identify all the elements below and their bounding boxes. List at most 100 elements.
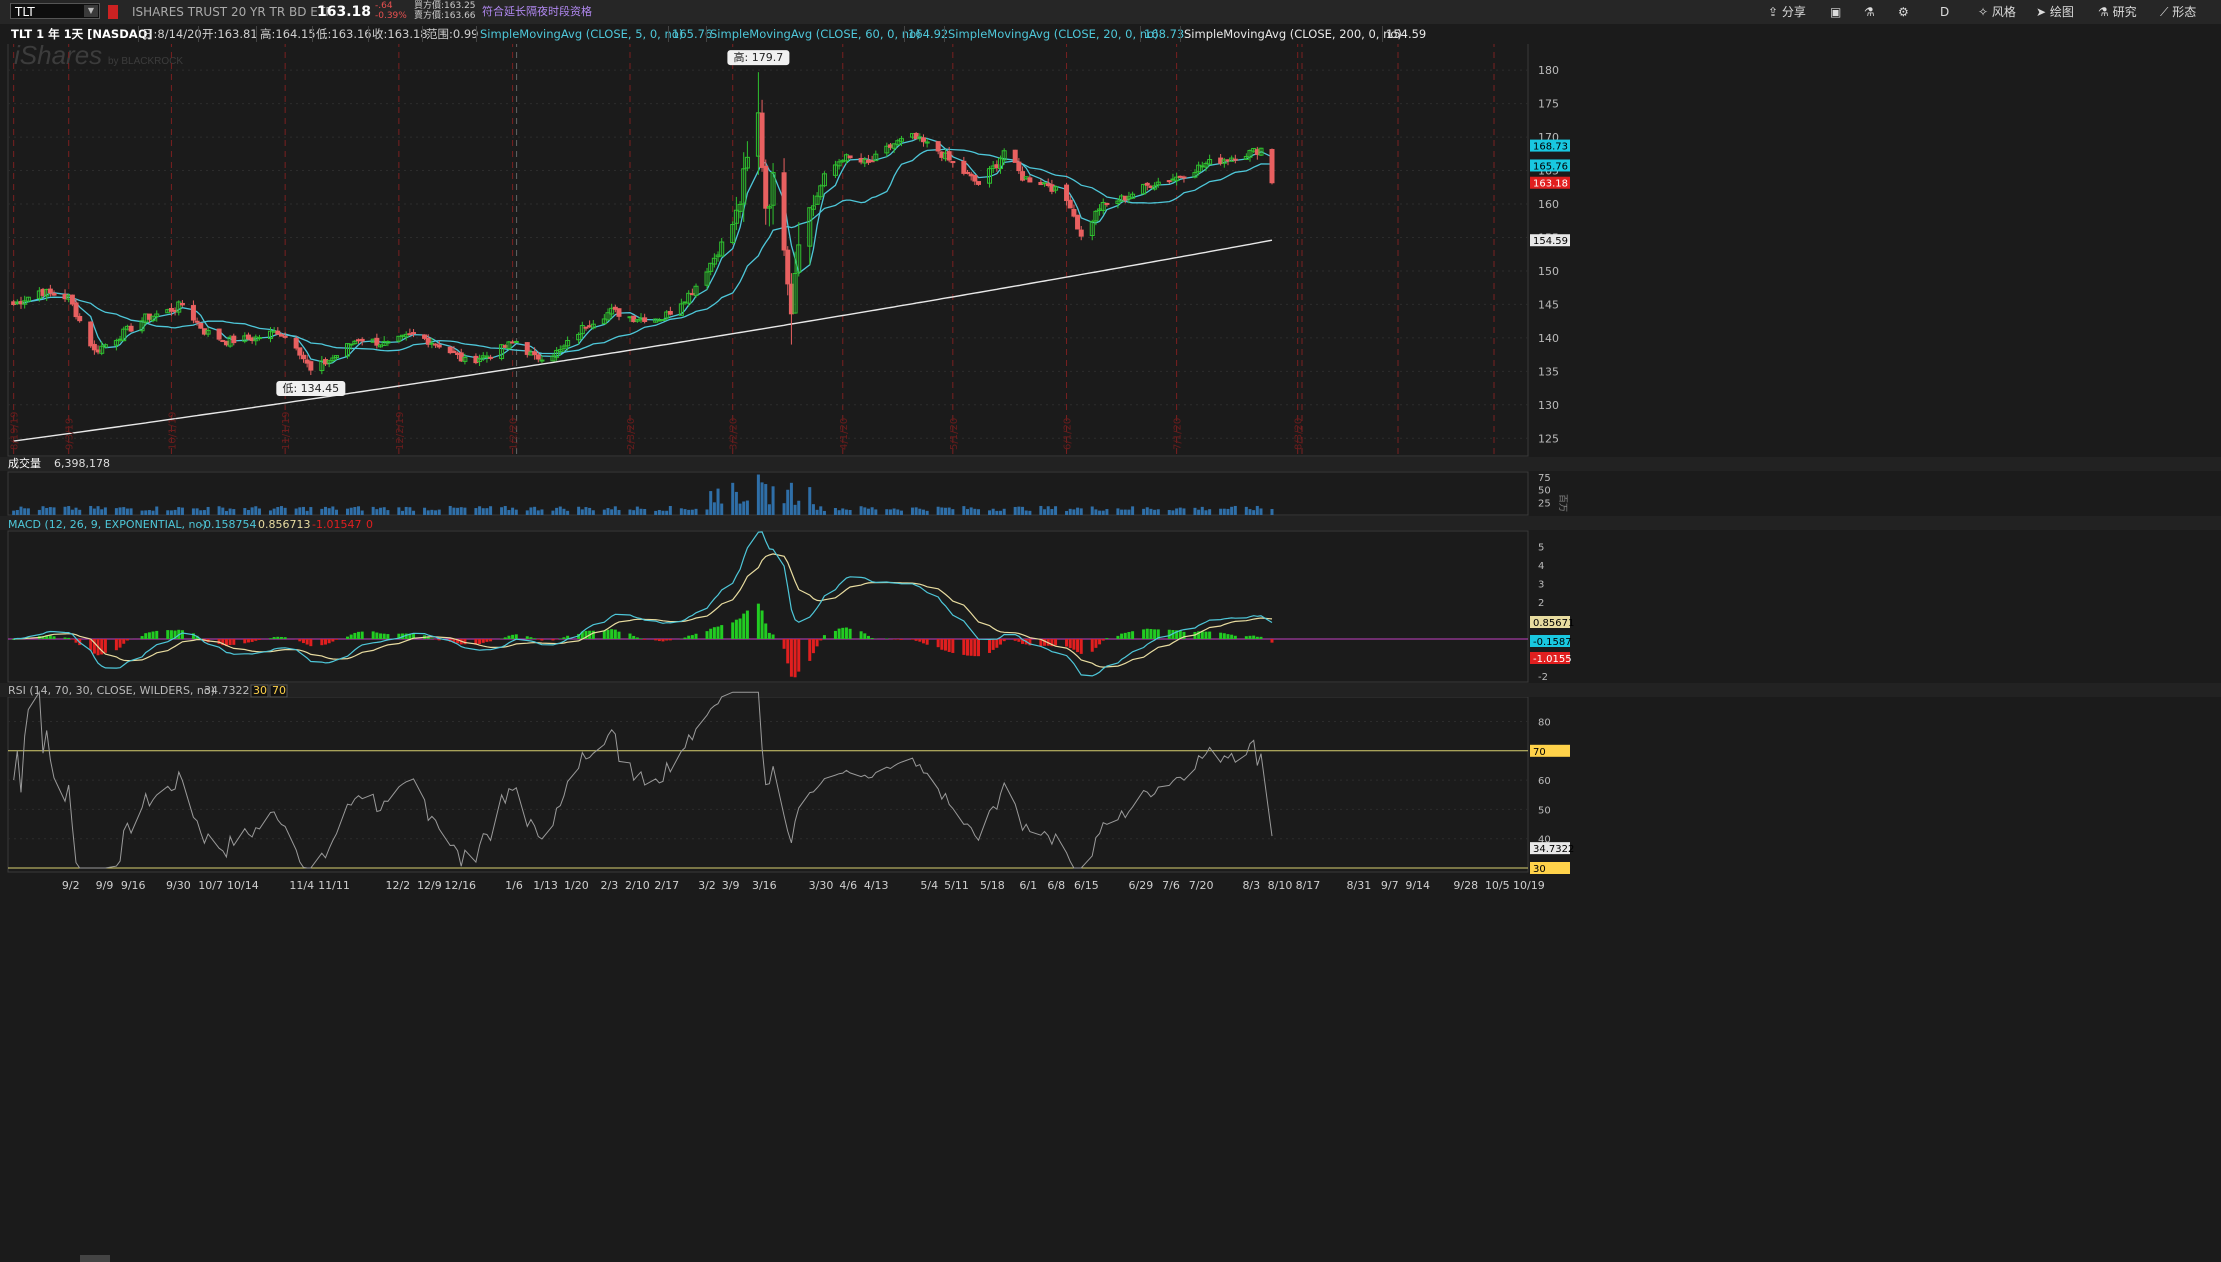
volume-bar xyxy=(1021,506,1025,515)
volume-bar xyxy=(602,509,606,515)
macd-histogram-bar xyxy=(481,639,485,643)
macd-histogram-bar xyxy=(180,630,184,639)
lab-button[interactable]: ⚗ xyxy=(1864,3,1875,21)
candle-body xyxy=(451,350,457,354)
volume-bar xyxy=(966,509,970,515)
volume-value: 6,398,178 xyxy=(54,457,110,470)
volume-bar xyxy=(23,508,27,515)
settings-button[interactable]: ⚙ xyxy=(1898,3,1909,21)
price-tick-label: 130 xyxy=(1538,399,1559,412)
volume-bar xyxy=(96,506,100,515)
drawings-button[interactable]: ➤ 绘图 xyxy=(2036,3,2074,21)
volume-bar xyxy=(1149,508,1153,515)
volume-bar xyxy=(357,506,361,515)
rsi-oversold: 30 xyxy=(253,684,267,697)
macd-histogram-bar xyxy=(298,639,302,642)
candle-body xyxy=(1012,149,1018,163)
macd-histogram-bar xyxy=(507,635,511,639)
x-tick-label: 6/1 xyxy=(1019,879,1037,892)
rsi-tag-label: 34.7322 xyxy=(1533,844,1574,855)
macd-tick-label: 2 xyxy=(1538,598,1544,609)
x-tick-label: 9/30 xyxy=(166,879,191,892)
volume-bar xyxy=(529,507,533,515)
macd-histogram-bar xyxy=(327,639,331,644)
macd-histogram-bar xyxy=(305,639,309,645)
sma5-label[interactable]: SimpleMovingAvg (CLOSE, 5, 0, no) xyxy=(476,26,686,42)
volume-bar xyxy=(478,506,482,515)
macd-histogram-bar xyxy=(1145,628,1149,639)
x-tick-label: 10/19 xyxy=(1513,879,1545,892)
month-date-label: 2/3/20 xyxy=(626,418,637,450)
macd-histogram-bar xyxy=(1153,629,1157,639)
x-tick-label: 7/6 xyxy=(1162,879,1180,892)
volume-bar xyxy=(918,508,922,515)
volume-bar xyxy=(815,509,819,515)
studies-button[interactable]: ⚗ 研究 xyxy=(2098,3,2137,21)
macd-line xyxy=(13,531,1273,677)
screenshot-button[interactable]: ▣ xyxy=(1830,3,1841,21)
period-button[interactable]: D xyxy=(1940,3,1949,21)
volume-bar xyxy=(298,507,302,515)
sma20-label[interactable]: SimpleMovingAvg (CLOSE, 20, 0, no) xyxy=(944,26,1162,42)
patterns-button[interactable]: ⟋ 形态 xyxy=(2160,3,2196,21)
volume-bar xyxy=(1244,506,1248,515)
macd-histogram-bar xyxy=(257,639,261,640)
macd-histogram-bar xyxy=(1068,639,1072,649)
price-tick-label: 150 xyxy=(1538,265,1559,278)
macd-histogram-bar xyxy=(789,639,793,677)
sma60-label[interactable]: SimpleMovingAvg (CLOSE, 60, 0, no) xyxy=(706,26,924,42)
volume-bar xyxy=(580,509,584,515)
x-tick-label: 10/14 xyxy=(227,879,259,892)
volume-bar xyxy=(863,507,867,515)
volume-bar xyxy=(434,510,438,515)
volume-bar xyxy=(324,506,327,515)
macd-histogram-bar xyxy=(1259,636,1263,639)
volume-bar xyxy=(514,509,518,515)
volume-bar xyxy=(100,509,104,515)
x-tick-label: 9/7 xyxy=(1381,879,1399,892)
macd-histogram-bar xyxy=(690,635,694,639)
volume-bar xyxy=(613,506,617,515)
volume-bar xyxy=(837,510,841,515)
flag-icon[interactable] xyxy=(108,5,118,19)
candle-body xyxy=(1269,149,1275,184)
volume-bar xyxy=(1230,506,1234,515)
x-tick-label: 3/16 xyxy=(752,879,777,892)
style-button[interactable]: ✧ 风格 xyxy=(1978,3,2016,21)
chevron-down-icon[interactable]: ▼ xyxy=(84,5,98,17)
volume-bar xyxy=(481,508,485,515)
volume-bar xyxy=(19,506,23,515)
candle-body xyxy=(961,160,967,174)
macd-histogram-bar xyxy=(833,630,837,639)
candle-body xyxy=(91,343,97,351)
macd-histogram-bar xyxy=(760,610,764,639)
macd-histogram-bar xyxy=(1002,639,1006,642)
x-tick-label: 5/4 xyxy=(920,879,938,892)
panel-frame-0 xyxy=(7,29,1529,457)
volume-bar xyxy=(551,510,555,515)
macd-histogram-bar xyxy=(859,631,863,639)
x-tick-label: 2/3 xyxy=(601,879,619,892)
x-tick-label: 6/29 xyxy=(1128,879,1153,892)
volume-bar xyxy=(1039,505,1043,515)
macd-histogram-bar xyxy=(1072,639,1076,650)
macd-histogram-bar xyxy=(525,636,529,639)
x-tick-label: 1/6 xyxy=(505,879,523,892)
volume-bar xyxy=(533,506,537,515)
volume-bar xyxy=(335,509,339,515)
macd-histogram-bar xyxy=(254,639,258,641)
macd-histogram-bar xyxy=(705,631,709,639)
macd-histogram-bar xyxy=(353,632,357,639)
macd-histogram-bar xyxy=(1230,634,1234,639)
macd-histogram-bar xyxy=(232,639,236,645)
candle-body xyxy=(300,354,306,360)
sma200-label[interactable]: SimpleMovingAvg (CLOSE, 200, 0, no) xyxy=(1180,26,1405,42)
volume-bar xyxy=(48,507,52,515)
volume-bar xyxy=(1105,509,1109,515)
price-tick-label: 140 xyxy=(1538,332,1559,345)
volume-bar xyxy=(412,510,416,515)
volume-bar xyxy=(555,507,559,515)
share-button[interactable]: ⇪ 分享 xyxy=(1768,3,1806,21)
macd-histogram-bar xyxy=(283,637,287,639)
chart-canvas[interactable]: iSharesby BLACKROCK125130135140145150155… xyxy=(0,0,2221,1262)
